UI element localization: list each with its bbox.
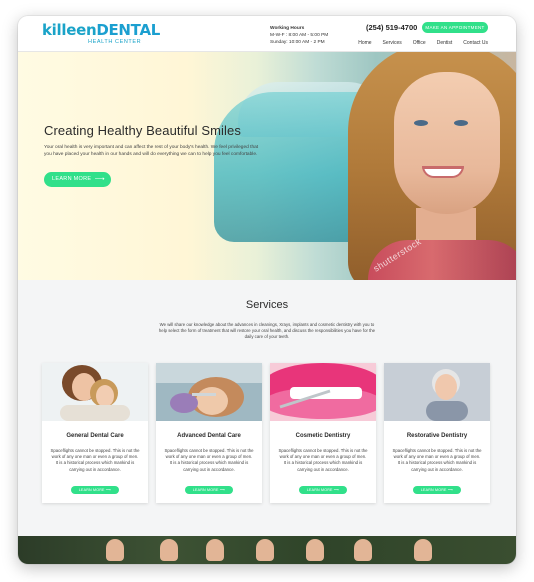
logo-subtitle: HEALTH CENTER	[88, 39, 142, 45]
nav-home[interactable]: Home	[358, 40, 371, 46]
hero-banner: shutterstock Creating Healthy Beautiful …	[18, 52, 516, 280]
card-title: Restorative Dentistry	[406, 433, 468, 439]
card-title: General Dental Care	[66, 433, 124, 439]
service-card-restorative: Restorative Dentistry Spaceflights canno…	[384, 363, 490, 503]
team-member-photo	[106, 539, 124, 561]
card-text: Spaceflights cannot be stopped. This is …	[164, 448, 254, 472]
browser-frame: killeenDENTAL HEALTH CENTER Working Hour…	[18, 16, 516, 564]
services-intro: We will share our knowledge about the ad…	[158, 322, 376, 340]
card-title: Advanced Dental Care	[177, 433, 241, 439]
team-member-photo	[414, 539, 432, 561]
make-appointment-button[interactable]: MAKE AN APPOINTMENT	[422, 22, 488, 33]
working-hours: Working Hours M-W-F : 8:00 AM - 5:00 PM …	[270, 25, 328, 46]
team-member-photo	[306, 539, 324, 561]
hero-photo-face	[394, 72, 500, 214]
working-hours-weekdays: M-W-F : 8:00 AM - 5:00 PM	[270, 33, 329, 38]
general-dental-care-photo	[42, 363, 148, 421]
phone-number[interactable]: (254) 519-4700	[366, 23, 417, 32]
site-header: killeenDENTAL HEALTH CENTER Working Hour…	[18, 16, 516, 52]
service-card-cosmetic: Cosmetic Dentistry Spaceflights cannot b…	[270, 363, 376, 503]
card-text: Spaceflights cannot be stopped. This is …	[392, 448, 482, 472]
hero-learn-more-button[interactable]: LEARN MORE ⟶	[44, 172, 111, 187]
card-learn-more-button[interactable]: LEARN MORE ⟶	[299, 486, 347, 494]
hero-photo-eye-right	[454, 120, 468, 126]
hero-photo-smile	[422, 166, 464, 178]
nav-dentist[interactable]: Dentist	[437, 40, 453, 46]
advanced-dental-care-photo	[156, 363, 262, 421]
logo-word-1: killeen	[42, 21, 97, 39]
cosmetic-dentistry-photo	[270, 363, 376, 421]
working-hours-title: Working Hours	[270, 26, 305, 31]
logo-word-2: DENTAL	[96, 21, 161, 39]
card-text: Spaceflights cannot be stopped. This is …	[50, 448, 140, 472]
card-text: Spaceflights cannot be stopped. This is …	[278, 448, 368, 472]
main-nav: Home Services Office Dentist Contact Us	[358, 40, 488, 46]
team-member-photo	[206, 539, 224, 561]
hero-photo-eye-left	[414, 120, 428, 126]
arrow-right-icon: ⟶	[94, 176, 105, 183]
service-cards: General Dental Care Spaceflights cannot …	[42, 363, 494, 503]
hero-title: Creating Healthy Beautiful Smiles	[44, 123, 241, 138]
nav-office[interactable]: Office	[413, 40, 426, 46]
card-title: Cosmetic Dentistry	[295, 433, 351, 439]
services-title: Services	[245, 299, 289, 311]
card-learn-more-button[interactable]: LEARN MORE ⟶	[71, 486, 119, 494]
team-member-photo	[256, 539, 274, 561]
service-card-general: General Dental Care Spaceflights cannot …	[42, 363, 148, 503]
nav-services[interactable]: Services	[383, 40, 402, 46]
team-photo-strip	[18, 536, 516, 564]
team-member-photo	[160, 539, 178, 561]
working-hours-sunday: Sunday: 10:00 AM - 2 PM	[270, 40, 325, 45]
card-learn-more-button[interactable]: LEARN MORE ⟶	[413, 486, 461, 494]
nav-contact-us[interactable]: Contact Us	[463, 40, 488, 46]
card-learn-more-button[interactable]: LEARN MORE ⟶	[185, 486, 233, 494]
team-member-photo	[354, 539, 372, 561]
service-card-advanced: Advanced Dental Care Spaceflights cannot…	[156, 363, 262, 503]
hero-learn-more-label: LEARN MORE	[52, 176, 92, 182]
hero-text: Your oral health is very important and c…	[44, 145, 259, 157]
restorative-dentistry-photo	[384, 363, 490, 421]
site-logo[interactable]: killeenDENTAL HEALTH CENTER	[42, 22, 160, 45]
